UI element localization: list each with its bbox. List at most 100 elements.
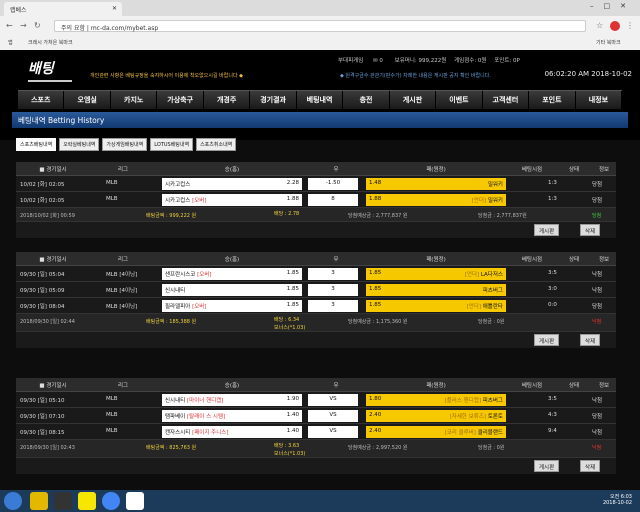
- away-pick[interactable]: 1.85 피츠버그: [366, 284, 506, 296]
- match-time: 09/30 [일] 05:04: [20, 272, 65, 278]
- away-pick[interactable]: 1.88 [언더] 밀워키: [366, 194, 506, 206]
- bet-amount: 배팅금액 : 999,222 원: [146, 213, 197, 219]
- home-pick[interactable]: 캔자스시티 [페이지 주니스] 1.40: [162, 426, 302, 438]
- menu-item[interactable]: 포인트: [529, 91, 576, 109]
- draw-value: 3: [331, 302, 335, 308]
- home-pick[interactable]: 샌프란시스코 [오버] 1.85: [162, 268, 302, 280]
- sub-tab[interactable]: 스포츠배팅내역: [16, 138, 57, 151]
- home-pick[interactable]: 신시내티 1.85: [162, 284, 302, 296]
- bonus: 보너스(*1.03): [274, 325, 306, 331]
- back-icon[interactable]: ←: [6, 21, 13, 30]
- menu-item[interactable]: 베팅내역: [297, 91, 344, 109]
- reload-icon[interactable]: ↻: [34, 21, 41, 30]
- bookmark-item[interactable]: 크레시 가처은 북마크: [28, 39, 73, 46]
- draw-value: 3: [331, 286, 335, 292]
- other-bookmarks[interactable]: 기타 북마크: [596, 39, 621, 46]
- taskbar-clock: 오전 6:03 2018-10-02: [603, 493, 632, 506]
- header-league: 리그: [117, 382, 129, 389]
- menu-item[interactable]: 충전: [343, 91, 390, 109]
- header-checkbox[interactable]: ■ 경기일시: [16, 165, 90, 173]
- away-pick[interactable]: 1.80 [플러스 핸디캡] 피츠버그: [366, 394, 506, 406]
- home-team: 샌프란시스코: [165, 272, 196, 278]
- delete-button[interactable]: 삭제: [580, 334, 601, 346]
- menu-item[interactable]: 고객센터: [483, 91, 530, 109]
- away-pick[interactable]: 2.40 [코리 클루버] 클리블랜드: [366, 426, 506, 438]
- away-team: 밀워키: [487, 182, 503, 188]
- sub-tab[interactable]: LOTUS베팅내역: [150, 138, 194, 151]
- menu-item[interactable]: 가상축구: [157, 91, 204, 109]
- kakaotalk-icon[interactable]: [78, 492, 96, 510]
- bookmark-apps[interactable]: 앱: [8, 39, 13, 46]
- app-icon[interactable]: [54, 492, 72, 510]
- start-icon[interactable]: [4, 492, 22, 510]
- header-league: 리그: [117, 256, 129, 263]
- menu-item[interactable]: 경기결과: [250, 91, 297, 109]
- header-checkbox[interactable]: ■ 경기일시: [16, 381, 90, 389]
- profile-avatar[interactable]: [610, 21, 620, 31]
- home-pick[interactable]: 시카고컵스 [오버] 1.88: [162, 194, 302, 206]
- away-odds: 1.48: [369, 180, 382, 186]
- page-title: 베팅내역 Betting History: [12, 112, 628, 128]
- sub-tab[interactable]: 오락실베팅내역: [59, 138, 100, 151]
- delete-button[interactable]: 삭제: [580, 224, 601, 236]
- delete-button[interactable]: 삭제: [580, 460, 601, 472]
- close-tab-icon[interactable]: ✕: [112, 5, 117, 12]
- draw-pick[interactable]: 3: [308, 300, 358, 312]
- home-pick[interactable]: 탬파베이 [탈래이 스 시템] 1.40: [162, 410, 302, 422]
- chrome-icon[interactable]: [102, 492, 120, 510]
- view-board-button[interactable]: 게시판: [534, 334, 560, 346]
- away-pick[interactable]: 1.85 [언더] 애틀란타: [366, 300, 506, 312]
- forward-icon[interactable]: →: [20, 21, 27, 30]
- menu-item[interactable]: 스포츠: [18, 91, 65, 109]
- away-team: 밀워키: [487, 198, 503, 204]
- menu-item[interactable]: 카지노: [111, 91, 158, 109]
- draw-pick[interactable]: 3: [308, 284, 358, 296]
- header-away: 패(원정): [426, 256, 446, 263]
- menu-item[interactable]: 오엠실: [64, 91, 111, 109]
- league: MLB: [106, 396, 118, 402]
- notice-right: ◆ 원격구금수 관관기(판수가) 차례한 내용은 게시판 공지 확인 바랍니다.: [340, 73, 491, 79]
- menu-item[interactable]: 개경주: [204, 91, 251, 109]
- away-pick[interactable]: 1.48 밀워키: [366, 178, 506, 190]
- menu-icon[interactable]: ⋮: [626, 21, 634, 30]
- header-checkbox[interactable]: ■ 경기일시: [16, 255, 90, 263]
- header-status: 상태: [568, 256, 580, 263]
- header-draw: 무: [333, 382, 339, 389]
- explorer-icon[interactable]: [30, 492, 48, 510]
- menu-item[interactable]: 게시판: [390, 91, 437, 109]
- header-league: 리그: [117, 166, 129, 173]
- sub-tab[interactable]: 가상게임배팅내역: [102, 138, 148, 151]
- summary-row: 2018/09/30 [일] 02:44 배팅금액 : 185,388 원 배당…: [16, 314, 616, 332]
- draw-pick[interactable]: VS: [308, 410, 358, 422]
- header-draw: 무: [333, 256, 339, 263]
- view-board-button[interactable]: 게시판: [534, 460, 560, 472]
- tab-title: 랩베스: [10, 7, 27, 14]
- mail-icon[interactable]: ✉: [373, 58, 378, 64]
- menu-item[interactable]: 이벤트: [436, 91, 483, 109]
- browser-tab[interactable]: 랩베스 ✕: [4, 2, 122, 16]
- draw-pick[interactable]: VS: [308, 394, 358, 406]
- home-pick[interactable]: 시카고컵스 2.28: [162, 178, 302, 190]
- home-pick[interactable]: 필라델피아 [오버] 1.85: [162, 300, 302, 312]
- away-pick[interactable]: 2.40 [자세한 보류즈] 토론토: [366, 410, 506, 422]
- view-board-button[interactable]: 게시판: [534, 224, 560, 236]
- app-icon[interactable]: [126, 492, 144, 510]
- address-bar[interactable]: 주의 요함 | mc-da.com/mybet.asp: [54, 20, 586, 32]
- result: 당첨: [592, 304, 603, 310]
- window-controls[interactable]: –□✕: [590, 2, 636, 10]
- bet-status: 당첨: [592, 213, 602, 219]
- header-home: 승(홈): [224, 382, 240, 389]
- draw-pick[interactable]: 3: [308, 268, 358, 280]
- result: 낙첨: [592, 288, 603, 294]
- sub-tab[interactable]: 스포츠취소내역: [196, 138, 237, 151]
- draw-pick[interactable]: -1.50: [308, 178, 358, 190]
- menu-item[interactable]: 내정보: [576, 91, 623, 109]
- draw-pick[interactable]: VS: [308, 426, 358, 438]
- site-logo[interactable]: 배팅: [28, 58, 72, 82]
- home-pick[interactable]: 신시내티 [마이너 핸디캡] 1.90: [162, 394, 302, 406]
- user-name: 부대피게임: [338, 58, 364, 64]
- draw-pick[interactable]: 8: [308, 194, 358, 206]
- star-icon[interactable]: ☆: [596, 21, 603, 30]
- away-pick[interactable]: 1.85 [언더] LA다저스: [366, 268, 506, 280]
- table-row: 10/02 [화] 02:05 MLB 시카고컵스 [오버] 1.88 8 1.8…: [16, 192, 616, 208]
